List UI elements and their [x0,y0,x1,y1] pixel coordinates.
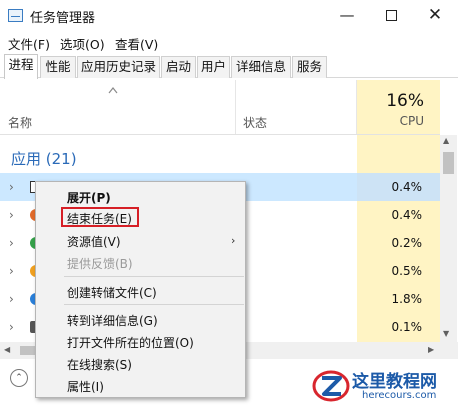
row-cpu-value: 0.2% [391,236,423,250]
task-manager-icon [8,9,23,22]
watermark-z-icon [312,370,350,402]
watermark-logo: 这里教程网 herecours.com [312,366,458,407]
chevron-right-icon[interactable]: › [9,292,14,306]
chevron-right-icon[interactable]: › [9,236,14,250]
menu-item-feedback: 提供反馈(B) [67,257,133,271]
watermark-url: herecours.com [362,390,437,401]
title-bar: 任务管理器 — ✕ [0,0,458,32]
row-cpu-value: 1.8% [391,292,423,306]
menu-options[interactable]: 选项(O) [60,34,105,53]
close-button[interactable]: ✕ [413,0,457,32]
group-header-apps[interactable]: 应用 (21) [11,148,77,169]
sort-ascending-icon[interactable] [108,86,118,94]
column-header-cpu[interactable]: CPU [357,114,424,128]
cpu-total-percent[interactable]: 16% [357,91,424,111]
chevron-right-icon[interactable]: › [9,320,14,334]
menu-separator [64,304,244,305]
menu-item-properties[interactable]: 属性(I) [67,378,104,395]
row-cpu-value: 0.4% [391,208,423,222]
end-task-highlight-box [61,207,139,227]
scroll-left-arrow-icon[interactable]: ◀ [4,345,10,354]
tab-services[interactable]: 服务 [292,56,327,78]
scroll-down-arrow-icon[interactable]: ▼ [443,329,449,338]
tab-strip: 进程 性能 应用历史记录 启动 用户 详细信息 服务 [0,54,458,79]
menu-file[interactable]: 文件(F) [8,34,50,53]
watermark-title: 这里教程网 [352,372,437,392]
row-cpu-value: 0.5% [391,264,423,278]
menu-item-go-to-details[interactable]: 转到详细信息(G) [67,312,158,329]
chevron-right-icon[interactable]: › [9,180,14,194]
scroll-right-arrow-icon[interactable]: ▶ [428,345,434,354]
maximize-icon [385,10,397,21]
column-header-status[interactable]: 状态 [243,114,267,131]
chevron-right-icon[interactable]: › [9,208,14,222]
menu-item-create-dump[interactable]: 创建转储文件(C) [67,284,157,301]
tab-startup[interactable]: 启动 [161,56,196,78]
menu-bar: 文件(F) 选项(O) 查看(V) [0,32,458,54]
context-menu: 展开(P) 结束任务(E) 资源值(V) › 提供反馈(B) 创建转储文件(C)… [35,181,246,398]
vertical-scroll-thumb[interactable] [443,152,454,174]
header-divider [0,134,440,135]
submenu-arrow-icon: › [231,234,236,247]
tab-app-history[interactable]: 应用历史记录 [77,56,160,78]
menu-separator [64,276,244,277]
fewer-details-icon[interactable]: ⌃ [10,369,28,387]
menu-item-search-online[interactable]: 在线搜索(S) [67,356,132,373]
maximize-button[interactable] [369,0,413,32]
minimize-button[interactable]: — [325,0,369,32]
tab-users[interactable]: 用户 [197,56,230,78]
menu-view[interactable]: 查看(V) [115,34,158,53]
tab-details[interactable]: 详细信息 [231,56,291,78]
row-cpu-value: 0.4% [391,180,423,194]
chevron-right-icon[interactable]: › [9,264,14,278]
menu-item-resource-values[interactable]: 资源值(V) [67,233,121,250]
tab-processes[interactable]: 进程 [4,54,38,79]
column-header-name[interactable]: 名称 [8,114,32,131]
tab-performance[interactable]: 性能 [40,56,76,78]
scroll-up-arrow-icon[interactable]: ▲ [443,136,449,145]
menu-item-open-file-location[interactable]: 打开文件所在的位置(O) [67,334,194,351]
menu-item-expand[interactable]: 展开(P) [67,189,111,206]
column-separator [235,80,236,135]
row-cpu-value: 0.1% [391,320,423,334]
window-title: 任务管理器 [30,11,96,26]
